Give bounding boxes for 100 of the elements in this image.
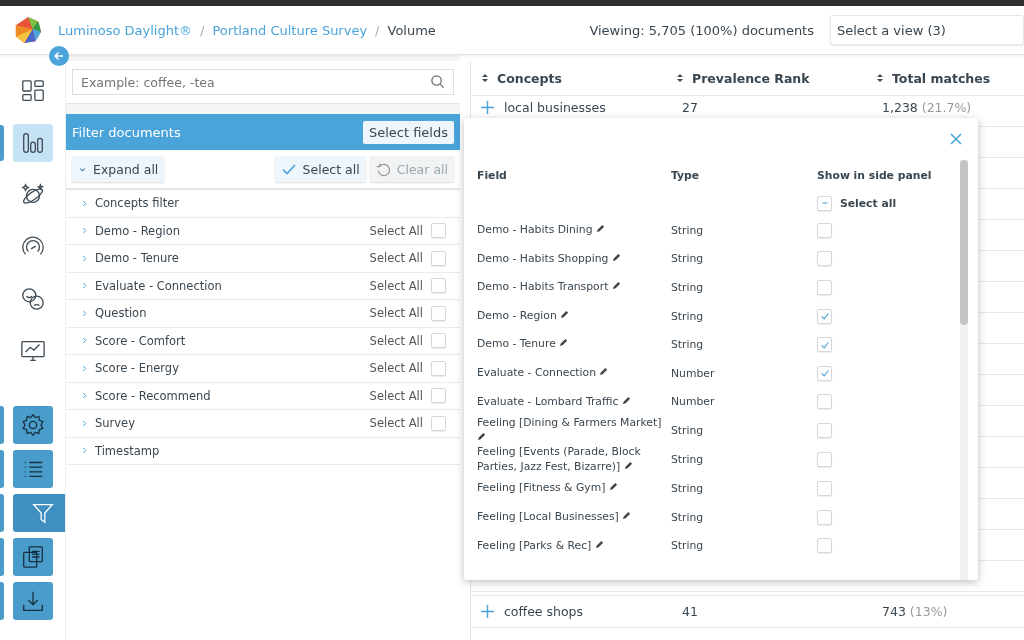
checkbox[interactable] [431, 333, 446, 349]
checkbox[interactable] [431, 278, 446, 294]
field-name: Feeling [Fitness & Gym] [477, 481, 671, 496]
nav-button[interactable] [13, 538, 53, 576]
pencil-icon[interactable] [611, 252, 621, 262]
filter-group-row[interactable]: Score - Recommend Select All [66, 382, 460, 410]
nav-button[interactable] [13, 582, 53, 620]
checkbox[interactable] [817, 222, 832, 238]
close-button[interactable] [950, 133, 962, 145]
column-header[interactable]: Total matches [876, 70, 991, 86]
filter-group-label: Demo - Tenure [95, 251, 179, 266]
field-name: Demo - Habits Shopping [477, 251, 671, 267]
field-type: String [671, 338, 705, 352]
pencil-icon[interactable] [608, 482, 618, 492]
checkbox[interactable] [817, 365, 832, 381]
filter-group-row[interactable]: Survey Select All [66, 410, 460, 438]
checkbox[interactable] [817, 509, 832, 525]
field-type: String [671, 424, 705, 438]
expand-all-button[interactable]: Expand all [72, 156, 165, 182]
filter-group-label: Evaluate - Connection [95, 278, 222, 293]
field-name: Evaluate - Connection [477, 366, 671, 381]
select-all-button[interactable]: Select all [274, 156, 366, 182]
checkbox[interactable] [431, 305, 446, 321]
filter-title: Filter documents [72, 124, 182, 140]
pencil-icon[interactable] [560, 309, 570, 319]
filter-group-label: Survey [95, 416, 135, 431]
pencil-icon[interactable] [599, 367, 609, 376]
select-all-checkbox[interactable] [817, 195, 832, 211]
checkbox[interactable] [817, 337, 832, 353]
undo-icon [375, 161, 391, 177]
select-all-label: Select all [840, 196, 897, 210]
document-count: Viewing: 5,705 (100%) documents [589, 22, 814, 38]
filter-group-row[interactable]: Concepts filter [66, 190, 460, 218]
pencil-icon[interactable] [594, 539, 604, 549]
filter-group-label: Timestamp [95, 443, 160, 458]
filter-group-row[interactable]: Evaluate - Connection Select All [66, 272, 460, 300]
column-header[interactable]: Prevalence Rank [676, 70, 876, 86]
filter-group-row[interactable]: Timestamp [66, 437, 460, 465]
chevron-icon [82, 282, 87, 290]
sort-icon [481, 73, 489, 83]
search-field[interactable]: Example: coffee, -tea [72, 69, 454, 95]
tab-marker [0, 406, 4, 444]
search-icon [430, 74, 445, 89]
column-header[interactable]: Concepts [481, 70, 676, 86]
checkbox[interactable] [431, 415, 446, 431]
checkbox[interactable] [817, 280, 832, 295]
filter-group-label: Concepts filter [95, 196, 179, 211]
select-all-label: Select All [369, 251, 423, 266]
bar-chart-icon [20, 130, 46, 156]
concept-name: local businesses [504, 100, 606, 115]
pencil-icon[interactable] [559, 338, 569, 348]
filter-group-row[interactable]: Score - Comfort Select All [66, 327, 460, 355]
pencil-icon[interactable] [622, 511, 632, 520]
checkbox[interactable] [431, 360, 446, 376]
checkbox[interactable] [817, 481, 832, 497]
field-name: Feeling [Parks & Rec] [477, 538, 671, 554]
select-fields-button[interactable]: Select fields [362, 120, 454, 144]
field-name: Demo - Region [477, 308, 671, 324]
field-type: Number [671, 395, 716, 409]
faces-icon [20, 286, 46, 312]
field-name: Demo - Tenure [477, 337, 671, 352]
filter-group-row[interactable]: Demo - Tenure Select All [66, 245, 460, 273]
checkbox[interactable] [817, 538, 832, 554]
checkbox[interactable] [817, 452, 832, 468]
checkbox[interactable] [431, 223, 446, 239]
scrollbar[interactable] [960, 160, 968, 580]
tab-marker [0, 538, 4, 576]
check-icon [819, 311, 830, 322]
filter-group-label: Question [95, 306, 147, 321]
collapse-button[interactable] [49, 46, 69, 66]
tab-marker [0, 450, 4, 488]
table-cell-text: 41 [681, 604, 699, 619]
pencil-icon[interactable] [611, 281, 621, 291]
chevron-icon [82, 227, 87, 235]
checkbox[interactable] [817, 251, 832, 267]
checkbox[interactable] [817, 423, 832, 439]
field-type: String [671, 453, 705, 467]
filter-group-row[interactable]: Score - Energy Select All [66, 355, 460, 383]
pencil-icon[interactable] [596, 224, 605, 233]
view-select[interactable]: Select a view (3) [830, 15, 1024, 45]
breadcrumb-separator: / [375, 22, 380, 38]
add-icon[interactable] [481, 101, 494, 114]
filter-group-row[interactable]: Demo - Region Select All [66, 217, 460, 245]
pencil-icon[interactable] [477, 431, 486, 441]
nav-button[interactable] [13, 406, 53, 444]
pencil-icon[interactable] [621, 395, 631, 405]
checkbox[interactable] [431, 250, 446, 266]
chevron-icon [82, 337, 87, 345]
checkbox[interactable] [817, 308, 832, 324]
select-all-label: Select All [369, 416, 423, 431]
filter-group-row[interactable]: Question Select All [66, 300, 460, 328]
filter-group-label: Score - Recommend [95, 388, 211, 403]
nav-button[interactable] [13, 124, 53, 162]
add-icon[interactable] [481, 605, 494, 618]
column-header: Field [477, 168, 508, 182]
pencil-icon[interactable] [623, 460, 633, 470]
select-all-label: Select All [369, 333, 423, 348]
checkbox[interactable] [431, 388, 446, 404]
checkbox[interactable] [817, 394, 832, 410]
field-type: String [671, 539, 705, 553]
